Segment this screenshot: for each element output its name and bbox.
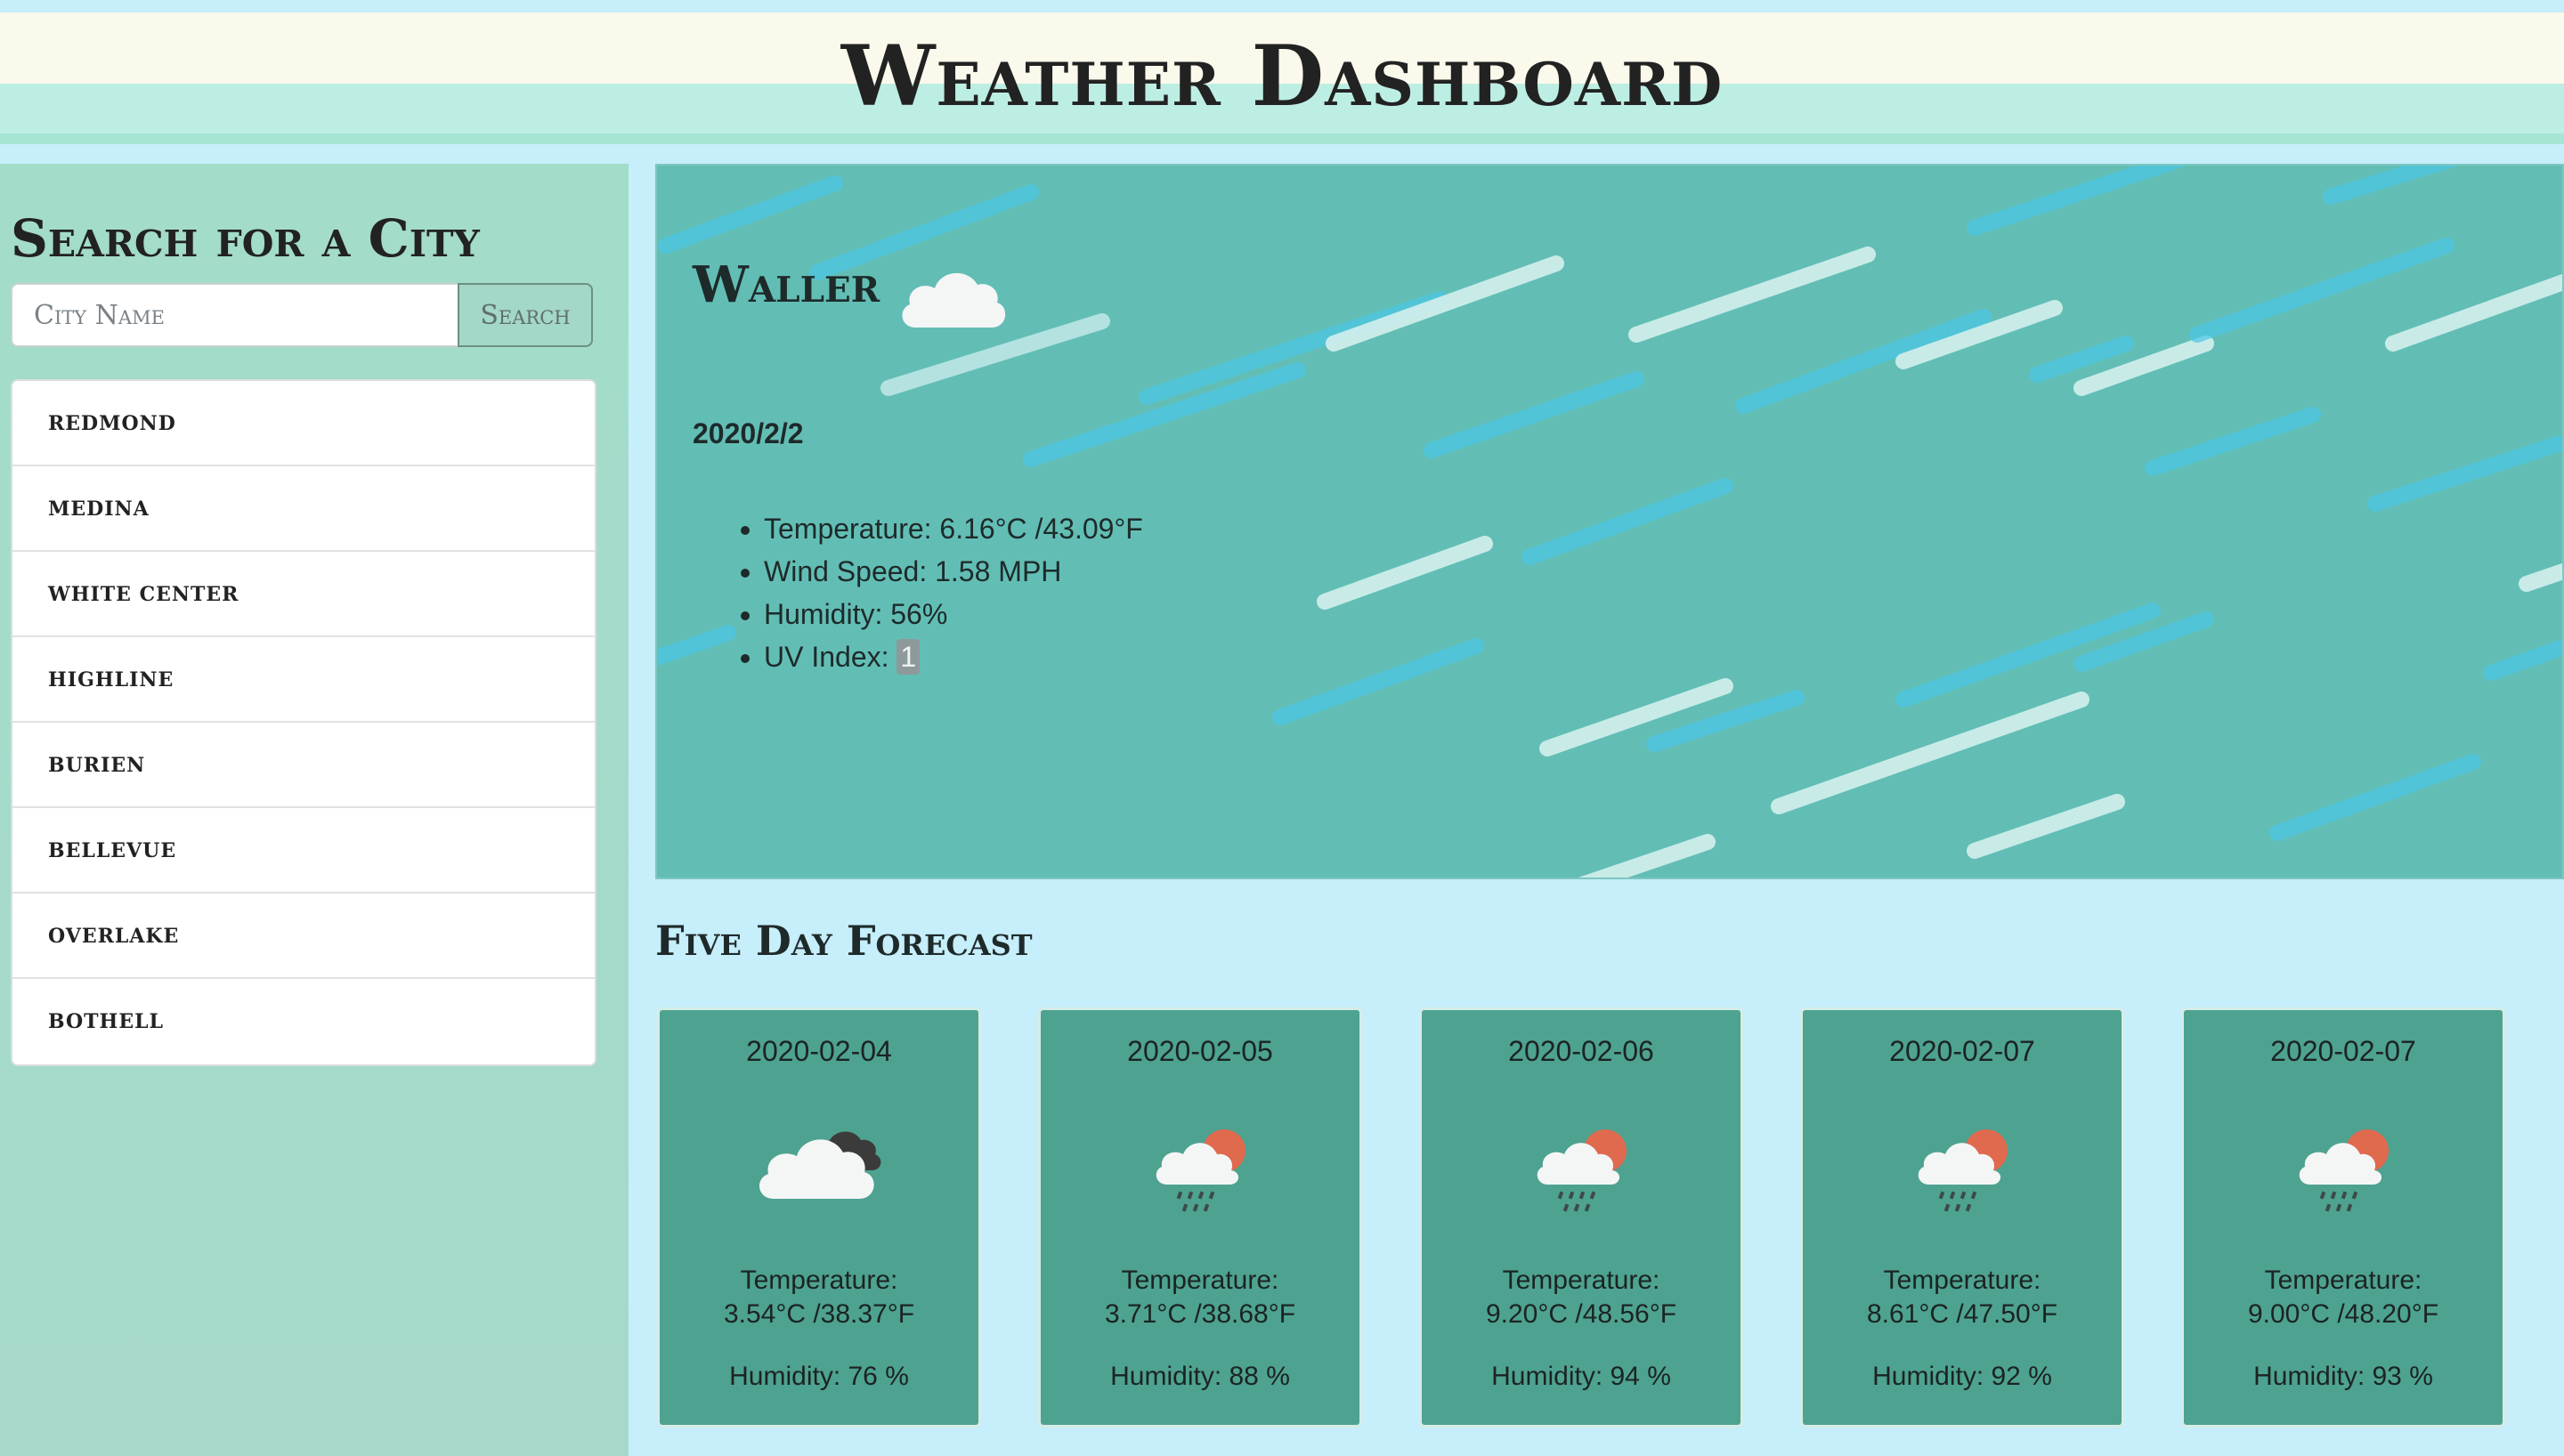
- uv-index-badge: 1: [897, 639, 921, 675]
- city-search-input[interactable]: [11, 283, 458, 347]
- forecast-card: 2020-02-05 Temperature: 3.71°C /38.68°F …: [1038, 1007, 1362, 1428]
- forecast-card: 2020-02-07 Temperature: 9.00°C /48.20°F …: [2181, 1007, 2505, 1428]
- sun-cloud-rain-icon: [1537, 1129, 1627, 1212]
- header-band-bottom: [0, 133, 2564, 144]
- forecast-temperature-label: Temperature:: [740, 1266, 898, 1295]
- current-uv-index: UV Index: 1: [764, 635, 1143, 678]
- current-humidity: Humidity: 56%: [764, 593, 1143, 635]
- forecast-temperature-label: Temperature:: [1502, 1266, 1660, 1295]
- city-item-bellevue[interactable]: BELLEVUE: [12, 808, 595, 894]
- cloud-icon: [902, 272, 1006, 328]
- forecast-temperature: 3.54°C /38.37°F: [723, 1299, 915, 1329]
- forecast-humidity: Humidity: 88 %: [1110, 1362, 1290, 1391]
- search-button[interactable]: Search: [458, 283, 593, 347]
- forecast-temperature: 9.00°C /48.20°F: [2247, 1299, 2439, 1329]
- current-date: 2020/2/2: [693, 417, 804, 449]
- current-stats-list: Temperature: 6.16°C /43.09°F Wind Speed:…: [764, 507, 1143, 678]
- current-wind-speed: Wind Speed: 1.58 MPH: [764, 550, 1143, 593]
- top-strip: [0, 0, 2564, 12]
- sun-cloud-rain-icon: [2299, 1129, 2389, 1212]
- city-history-list: REDMOND MEDINA WHITE CENTER HIGHLINE BUR…: [11, 379, 596, 1066]
- forecast-title: Five Day Forecast: [655, 917, 1033, 965]
- city-item-medina[interactable]: MEDINA: [12, 466, 595, 552]
- forecast-card: 2020-02-04 Temperature: 3.54°C /38.37°F …: [657, 1007, 981, 1428]
- city-item-redmond[interactable]: REDMOND: [12, 381, 595, 466]
- forecast-temperature-label: Temperature:: [2264, 1266, 2422, 1295]
- current-temperature: Temperature: 6.16°C /43.09°F: [764, 507, 1143, 550]
- forecast-humidity: Humidity: 94 %: [1491, 1362, 1671, 1391]
- page-title: Weather Dashboard: [840, 28, 1724, 125]
- forecast-date: 2020-02-04: [746, 1035, 892, 1067]
- sun-cloud-rain-icon: [1918, 1129, 2008, 1212]
- city-item-white-center[interactable]: WHITE CENTER: [12, 552, 595, 637]
- forecast-temperature: 3.71°C /38.68°F: [1104, 1299, 1296, 1329]
- forecast-date: 2020-02-07: [1889, 1035, 2035, 1067]
- city-item-overlake[interactable]: OVERLAKE: [12, 894, 595, 979]
- forecast-temperature: 8.61°C /47.50°F: [1866, 1299, 2058, 1329]
- forecast-date: 2020-02-05: [1127, 1035, 1273, 1067]
- sun-cloud-rain-icon: [1156, 1129, 1245, 1212]
- forecast-card: 2020-02-06 Temperature: 9.20°C /48.56°F …: [1419, 1007, 1743, 1428]
- forecast-humidity: Humidity: 93 %: [2253, 1362, 2433, 1391]
- forecast-temperature-label: Temperature:: [1121, 1266, 1279, 1295]
- uv-index-label: UV Index:: [764, 641, 897, 673]
- sidebar: Search for a City Search REDMOND MEDINA …: [0, 164, 629, 1456]
- forecast-humidity: Humidity: 76 %: [729, 1362, 909, 1391]
- forecast-card: 2020-02-07 Temperature: 8.61°C /47.50°F …: [1800, 1007, 2124, 1428]
- forecast-temperature-label: Temperature:: [1883, 1266, 2041, 1295]
- current-weather-panel: Waller 2020/2/2 Temperature: 6.16°C /43.…: [655, 164, 2564, 879]
- forecast-date: 2020-02-06: [1508, 1035, 1654, 1067]
- city-item-bothell[interactable]: BOTHELL: [12, 979, 595, 1064]
- sidebar-title: Search for a City: [11, 208, 480, 269]
- forecast-temperature: 9.20°C /48.56°F: [1485, 1299, 1677, 1329]
- forecast-date: 2020-02-07: [2270, 1035, 2416, 1067]
- forecast-humidity: Humidity: 92 %: [1872, 1362, 2052, 1391]
- current-city-name: Waller: [693, 255, 880, 314]
- city-item-highline[interactable]: HIGHLINE: [12, 637, 595, 723]
- cloudy-icon: [759, 1131, 881, 1199]
- search-row: Search: [11, 283, 593, 347]
- city-item-burien[interactable]: BURIEN: [12, 723, 595, 808]
